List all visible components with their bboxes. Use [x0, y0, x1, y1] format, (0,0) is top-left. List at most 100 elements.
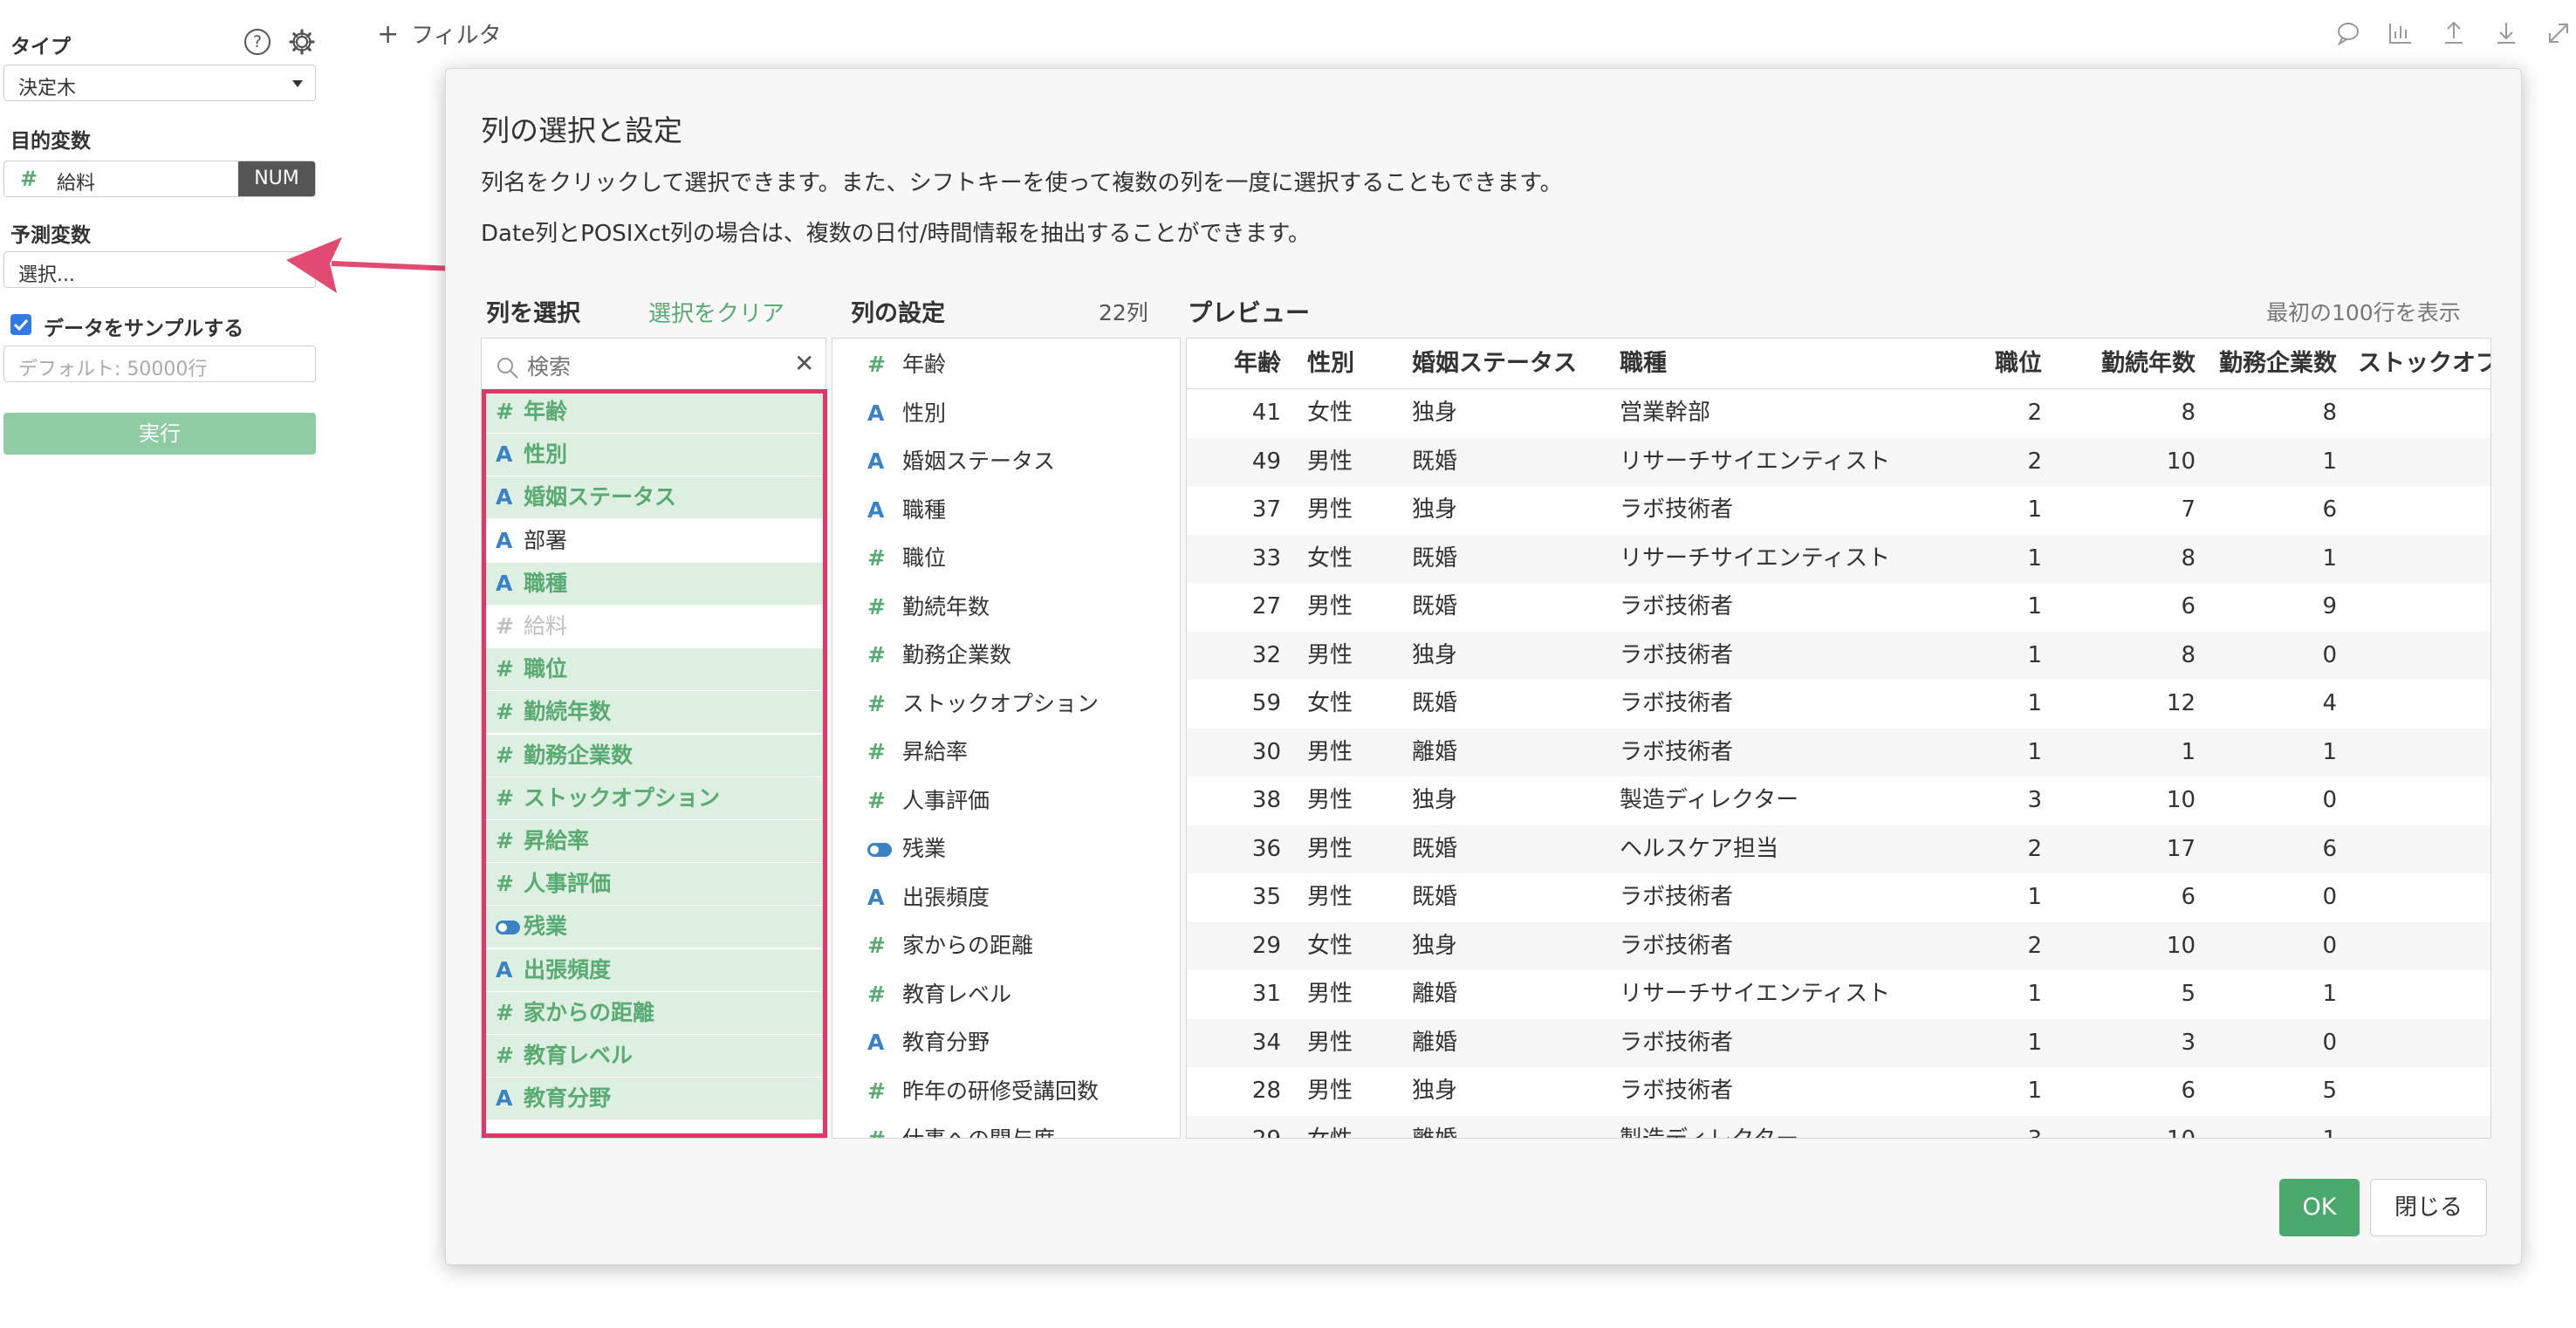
preview-table: 年齢 性別 婚姻ステータス 職種 職位 勤続年数 勤務企業数 ストックオプ 41 女性 独身 営業幹… — [1186, 338, 2491, 1139]
text-type-icon: A — [867, 448, 885, 474]
settings-list-item[interactable]: # ストックオプション — [832, 680, 1173, 728]
column-list-item[interactable]: A 出張頻度 — [483, 948, 824, 991]
table-row: 37 男性 独身 ラボ技術者 1 7 6 — [1187, 486, 2490, 534]
settings-list-item[interactable]: # 勤続年数 — [832, 583, 1173, 631]
table-cell: 1 — [2027, 738, 2042, 765]
column-list-item[interactable]: # 教育レベル — [483, 1035, 824, 1077]
table-cell: 独身 — [1412, 787, 1458, 813]
number-type-icon: # — [496, 784, 514, 811]
settings-list-item[interactable]: # 昨年の研修受講回数 — [832, 1067, 1173, 1115]
type-select[interactable]: 決定木 — [3, 65, 316, 101]
table-cell: ラボ技術者 — [1620, 1029, 1734, 1056]
search-input[interactable] — [527, 349, 771, 384]
settings-list-item[interactable]: # 教育レベル — [832, 970, 1173, 1018]
column-list-item[interactable]: # 昇給率 — [483, 820, 824, 862]
table-cell: 1 — [2027, 641, 2042, 668]
settings-column-name: 仕事への関与度 — [902, 1126, 1055, 1138]
preview-body: 41 女性 独身 営業幹部 2 8 8 49 男性 既婚 リサーチサイエンティスト 2 10 1 37 男性独… — [1187, 389, 2490, 1138]
table-cell: 独身 — [1412, 1078, 1458, 1104]
gear-icon[interactable] — [288, 28, 316, 56]
target-field[interactable]: # 給料 NUM — [3, 161, 316, 197]
column-list-item[interactable]: A 婚姻ステータス — [483, 476, 824, 519]
number-type-icon: # — [867, 593, 886, 620]
predictor-select[interactable]: 選択... — [3, 251, 316, 288]
column-list-item[interactable]: # 年齢 — [483, 391, 824, 433]
column-list-item[interactable]: 残業 — [483, 906, 824, 948]
close-button[interactable]: 閉じる — [2370, 1179, 2487, 1236]
clear-selection-link[interactable]: 選択をクリア — [648, 296, 784, 328]
column-list-item[interactable]: # 家からの距離 — [483, 991, 824, 1034]
ok-button[interactable]: OK — [2279, 1179, 2360, 1236]
settings-list-item[interactable]: A 職種 — [832, 486, 1173, 534]
settings-list-item[interactable]: A 性別 — [832, 389, 1173, 437]
table-cell: 0 — [2322, 932, 2337, 959]
column-list-item[interactable]: A 部署 — [483, 519, 824, 562]
number-type-icon: # — [496, 828, 514, 853]
table-cell: 1 — [2322, 448, 2337, 475]
table-cell: ラボ技術者 — [1620, 932, 1734, 959]
settings-list-item[interactable]: # 昇給率 — [832, 728, 1173, 776]
column-name: 職位 — [524, 656, 568, 682]
number-type-icon: # — [867, 739, 886, 764]
table-cell: 0 — [2322, 641, 2337, 668]
table-cell: 10 — [2166, 448, 2196, 475]
text-type-icon: A — [867, 400, 885, 426]
column-list-item[interactable]: A 教育分野 — [483, 1078, 824, 1120]
preview-column-header: 職位 — [1995, 350, 2042, 377]
table-cell: 0 — [2322, 884, 2337, 910]
column-list-item[interactable]: # 勤務企業数 — [483, 734, 824, 777]
settings-list-item[interactable]: A 婚姻ステータス — [832, 437, 1173, 485]
settings-list-item[interactable]: 残業 — [832, 825, 1173, 873]
chart-icon[interactable] — [2388, 21, 2414, 45]
column-list-item[interactable]: # 給料 — [483, 606, 824, 647]
filter-label: フィルタ — [411, 23, 502, 49]
sample-size-input[interactable]: デフォルト: 50000行 — [3, 346, 316, 382]
table-cell: 3 — [2027, 787, 2042, 813]
table-cell: 1 — [2027, 593, 2042, 620]
filter-button[interactable]: + フィルタ — [377, 17, 502, 50]
column-list-item[interactable]: # 人事評価 — [483, 863, 824, 906]
settings-column-name: 年齢 — [902, 352, 947, 377]
table-cell: ヘルスケア担当 — [1620, 835, 1779, 862]
settings-column-name: 家からの距離 — [902, 933, 1034, 958]
table-cell: 41 — [1251, 400, 1281, 426]
table-cell: 28 — [1251, 1078, 1281, 1104]
table-cell: 男性 — [1307, 448, 1353, 475]
comment-icon[interactable] — [2335, 21, 2361, 45]
column-settings-panel: # 年齢 A 性別 A 婚姻ステータス A 職種 # 職位 # 勤続年数 # 勤務企業数 # ストックオプショ… — [832, 338, 1181, 1139]
number-type-icon: # — [867, 545, 886, 571]
column-list-item[interactable]: # 職位 — [483, 648, 824, 691]
settings-list-item[interactable]: # 職位 — [832, 534, 1173, 582]
table-cell: 6 — [2181, 884, 2196, 910]
download-icon[interactable] — [2494, 19, 2518, 45]
table-cell: 34 — [1251, 1029, 1281, 1056]
table-cell: 1 — [2027, 496, 2042, 523]
table-cell: 32 — [1251, 641, 1281, 668]
help-icon[interactable]: ? — [244, 29, 271, 55]
settings-list-item[interactable]: A 出張頻度 — [832, 873, 1173, 921]
column-list-item[interactable]: A 性別 — [483, 434, 824, 476]
table-cell: 4 — [2322, 690, 2337, 716]
settings-list-item[interactable]: # 家からの距離 — [832, 921, 1173, 969]
settings-list-item[interactable]: # 年齢 — [832, 340, 1173, 388]
table-cell: 既婚 — [1412, 835, 1458, 862]
text-type-icon: A — [496, 956, 513, 982]
column-name: 昇給率 — [524, 828, 590, 853]
table-cell: 36 — [1251, 835, 1281, 862]
column-list-item[interactable]: # ストックオプション — [483, 777, 824, 819]
settings-list-item[interactable]: # 人事評価 — [832, 777, 1173, 825]
clear-search-icon[interactable]: ✕ — [794, 349, 814, 378]
settings-list-item[interactable]: A 教育分野 — [832, 1018, 1173, 1066]
column-list-item[interactable]: # 勤続年数 — [483, 691, 824, 734]
column-list-item[interactable]: A 職種 — [483, 562, 824, 605]
settings-list-item[interactable]: #仕事への関与度 — [832, 1115, 1173, 1138]
settings-list-item[interactable]: # 勤務企業数 — [832, 631, 1173, 679]
table-row: 49 男性 既婚 リサーチサイエンティスト 2 10 1 — [1187, 437, 2490, 486]
run-button[interactable]: 実行 — [3, 413, 316, 455]
sample-checkbox[interactable] — [10, 314, 31, 335]
table-cell: 女性 — [1307, 932, 1353, 959]
table-cell: 6 — [2322, 835, 2337, 862]
table-cell: 17 — [2166, 835, 2196, 862]
expand-icon[interactable] — [2546, 19, 2571, 45]
upload-icon[interactable] — [2442, 19, 2466, 45]
